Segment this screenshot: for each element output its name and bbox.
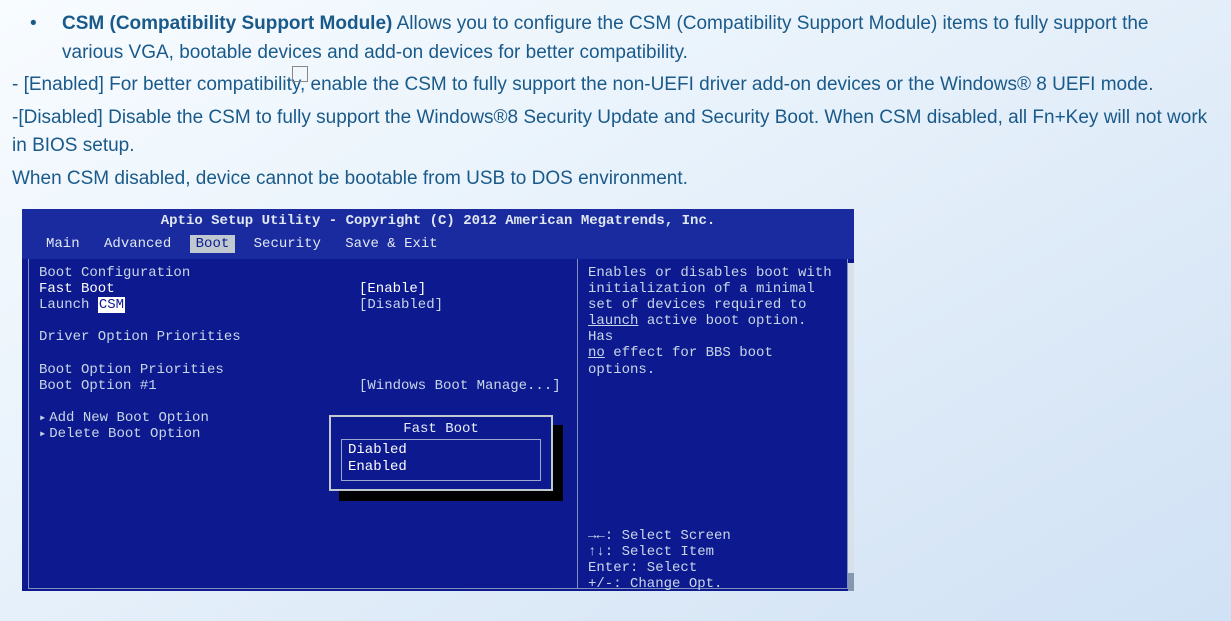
- launch-csm-value: [Disabled]: [359, 297, 443, 313]
- help-l1: Enables or disables boot with: [588, 265, 837, 281]
- help-l5-p: effect for BBS boot options.: [588, 345, 773, 377]
- bios-left-panel: Boot Configuration Fast Boot [Enable] La…: [28, 259, 578, 589]
- add-boot-option[interactable]: Add New Boot Option: [39, 410, 359, 426]
- help-key-2: ↑↓: Select Item: [588, 544, 837, 560]
- popup-option-enabled[interactable]: Enabled: [348, 459, 534, 476]
- popup-option-disabled[interactable]: Diabled: [348, 442, 534, 459]
- fast-boot-value: [Enable]: [359, 281, 426, 297]
- csm-highlight: CSM: [98, 297, 125, 313]
- bullet-content: CSM (Compatibility Support Module) Allow…: [62, 10, 1213, 67]
- document-text-block: • CSM (Compatibility Support Module) All…: [0, 0, 1231, 193]
- delete-boot-option[interactable]: Delete Boot Option: [39, 426, 359, 442]
- tab-advanced[interactable]: Advanced: [98, 235, 177, 253]
- scrollbar-thumb[interactable]: [848, 573, 854, 591]
- help-l4-u: launch: [588, 313, 638, 329]
- popup-inner: Diabled Enabled: [341, 439, 541, 481]
- help-key-4: +/-: Change Opt.: [588, 576, 837, 591]
- boot-option-1-label[interactable]: Boot Option #1: [39, 378, 359, 394]
- tab-save-exit[interactable]: Save & Exit: [339, 235, 443, 253]
- fast-boot-label[interactable]: Fast Boot: [39, 281, 359, 297]
- bullet-marker: •: [12, 10, 62, 67]
- bios-scrollbar[interactable]: [848, 263, 854, 591]
- note-line: When CSM disabled, device cannot be boot…: [12, 165, 1213, 194]
- bios-body: Boot Configuration Fast Boot [Enable] La…: [22, 259, 854, 589]
- launch-csm-pre: Launch: [39, 297, 98, 313]
- bios-screenshot: Aptio Setup Utility - Copyright (C) 2012…: [22, 209, 854, 591]
- csm-title: CSM (Compatibility Support Module): [62, 13, 392, 34]
- help-l5: no effect for BBS boot options.: [588, 345, 837, 377]
- help-key-1: →←: Select Screen: [588, 528, 837, 544]
- floating-box-marker: [292, 66, 308, 82]
- help-l4: launch active boot option. Has: [588, 313, 837, 345]
- enabled-line: - [Enabled] For better compatibility, en…: [12, 71, 1213, 100]
- boot-prio-label: Boot Option Priorities: [39, 362, 359, 378]
- help-l3: set of devices required to: [588, 297, 837, 313]
- tab-security[interactable]: Security: [248, 235, 327, 253]
- fast-boot-popup: Fast Boot Diabled Enabled: [329, 415, 553, 491]
- popup-title: Fast Boot: [331, 421, 551, 437]
- launch-csm-label[interactable]: Launch CSM: [39, 297, 359, 313]
- bios-tabs: Main Advanced Boot Security Save & Exit: [22, 231, 854, 259]
- help-l2: initialization of a minimal: [588, 281, 837, 297]
- boot-option-1-value: [Windows Boot Manage...]: [359, 378, 561, 394]
- bios-header: Aptio Setup Utility - Copyright (C) 2012…: [22, 209, 854, 231]
- help-l5-u: no: [588, 345, 605, 361]
- csm-bullet-row: • CSM (Compatibility Support Module) All…: [12, 10, 1213, 67]
- help-key-3: Enter: Select: [588, 560, 837, 576]
- tab-main[interactable]: Main: [40, 235, 86, 253]
- driver-prio-label[interactable]: Driver Option Priorities: [39, 329, 359, 345]
- tab-boot[interactable]: Boot: [190, 235, 236, 253]
- disabled-line: -[Disabled] Disable the CSM to fully sup…: [12, 104, 1213, 161]
- boot-config-label: Boot Configuration: [39, 265, 359, 281]
- bios-help-panel: Enables or disables boot with initializa…: [578, 259, 848, 589]
